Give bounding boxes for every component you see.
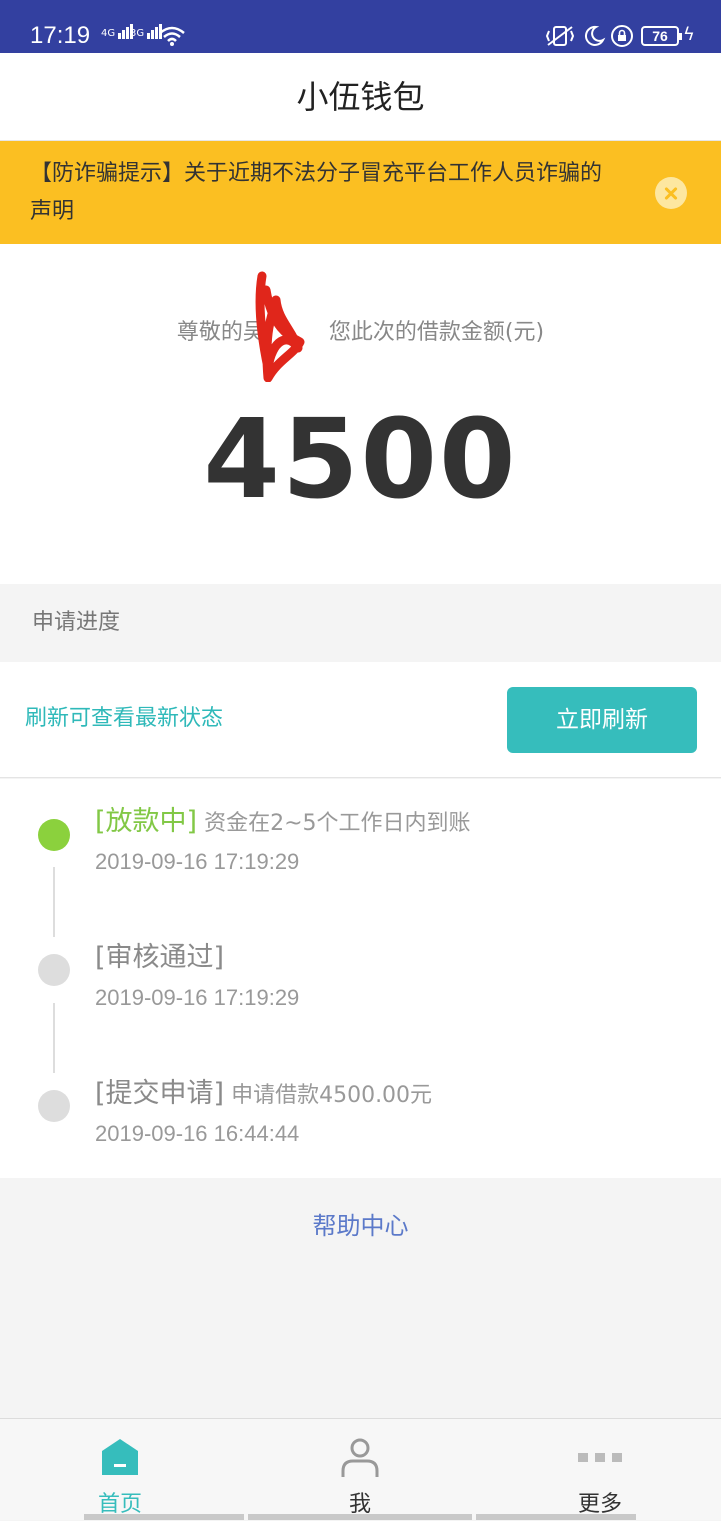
charging-icon: ϟ: [683, 24, 695, 45]
step-time: 2019-09-16 17:19:29: [95, 985, 300, 1010]
redaction-scribble: [255, 271, 305, 382]
notice-close-icon[interactable]: [655, 177, 687, 209]
more-icon: [578, 1453, 622, 1462]
progress-section-header: 申请进度: [0, 584, 721, 662]
tab-home[interactable]: 首页: [0, 1419, 240, 1521]
refresh-button[interactable]: 立即刷新: [507, 687, 697, 753]
progress-timeline: [放款中] 资金在2~5个工作日内到账 2019-09-16 17:19:29 …: [0, 779, 721, 1178]
home-icon: [102, 1439, 138, 1475]
status-time: 17:19: [30, 22, 91, 49]
app-header: 小伍钱包: [0, 53, 721, 141]
refresh-hint: 刷新可查看最新状态: [25, 706, 224, 731]
timeline-step-2: [审核通过]: [95, 941, 224, 977]
step-time: 2019-09-16 16:44:44: [95, 1121, 300, 1146]
page-title: 小伍钱包: [296, 78, 425, 116]
fraud-notice-banner[interactable]: 【防诈骗提示】关于近期不法分子冒充平台工作人员诈骗的声明: [0, 141, 721, 244]
step-detail: 申请借款4500.00元: [231, 1083, 433, 1108]
tab-me[interactable]: 我: [240, 1419, 480, 1521]
status-bar: 17:19 4G 3G 76 ϟ: [0, 0, 721, 53]
timeline-dot: [38, 954, 70, 986]
lock-icon: [611, 25, 633, 47]
bottom-tab-bar: 首页 我 更多: [0, 1418, 721, 1520]
step-tag: [审核通过]: [95, 942, 225, 973]
refresh-row: 刷新可查看最新状态 立即刷新: [0, 662, 721, 778]
timeline-step-1: [放款中] 资金在2~5个工作日内到账: [95, 805, 471, 841]
nav-gesture-handle: [84, 1514, 244, 1520]
timeline-connector: [53, 867, 55, 937]
nav-gesture-handle: [248, 1514, 472, 1520]
battery-icon: 76: [641, 26, 682, 46]
greeting-suffix: 您此次的借款金额(元): [328, 320, 545, 345]
loan-amount-card: 尊敬的吴 您此次的借款金额(元) 4500: [0, 244, 721, 584]
loan-greeting: 尊敬的吴 您此次的借款金额(元): [0, 318, 721, 348]
help-center-link[interactable]: 帮助中心: [0, 1210, 721, 1242]
timeline-dot: [38, 1090, 70, 1122]
step-detail: 资金在2~5个工作日内到账: [204, 811, 471, 836]
progress-section-label: 申请进度: [32, 610, 121, 635]
timeline-dot-active: [38, 819, 70, 851]
step-time: 2019-09-16 17:19:29: [95, 849, 300, 874]
notice-text[interactable]: 【防诈骗提示】关于近期不法分子冒充平台工作人员诈骗的声明: [30, 155, 610, 231]
tab-more[interactable]: 更多: [480, 1419, 720, 1521]
timeline-step-3: [提交申请] 申请借款4500.00元: [95, 1077, 432, 1113]
step-tag: [放款中]: [95, 806, 198, 837]
loan-amount: 4500: [203, 395, 518, 523]
nav-gesture-handle: [476, 1514, 636, 1520]
step-tag: [提交申请]: [95, 1078, 225, 1109]
timeline-connector: [53, 1003, 55, 1073]
wifi-icon: [159, 26, 185, 46]
vibrate-icon: [545, 26, 575, 46]
user-icon: [341, 1438, 379, 1477]
moon-icon: [584, 25, 606, 46]
